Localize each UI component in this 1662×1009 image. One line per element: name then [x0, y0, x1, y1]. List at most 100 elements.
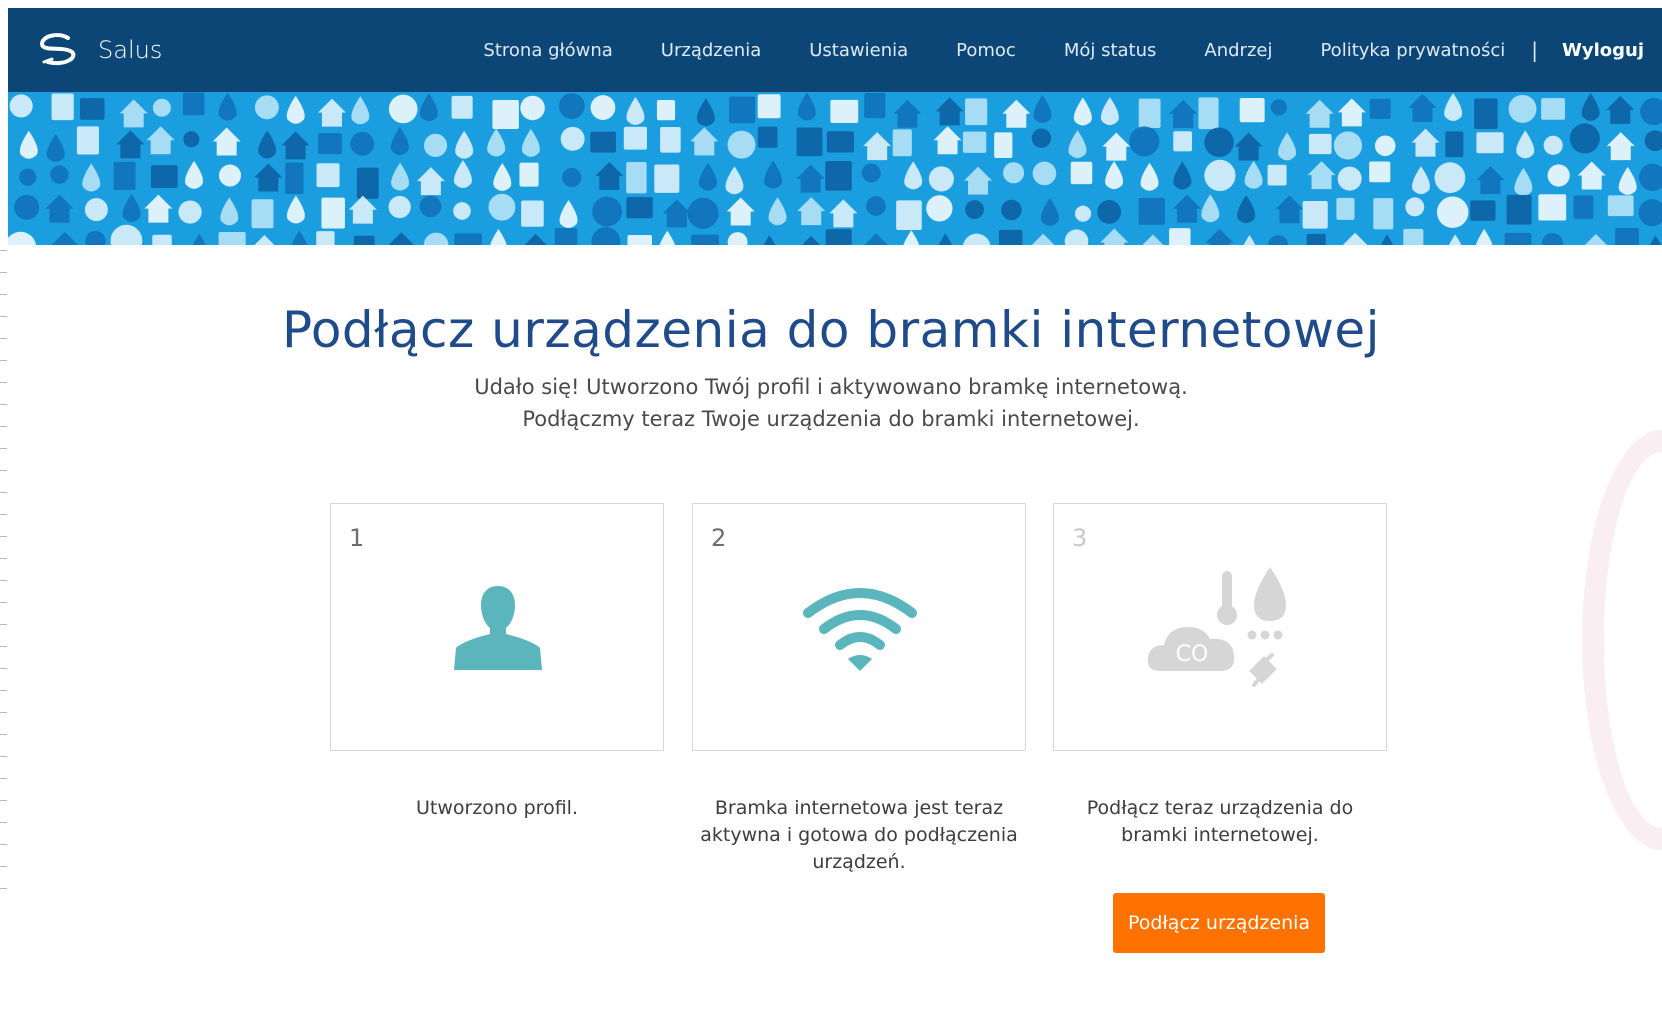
side-line [0, 558, 7, 559]
banner-shape [1237, 195, 1256, 224]
banner-shape [796, 164, 825, 193]
nav-user[interactable]: Andrzej [1204, 40, 1272, 61]
banner-shape [1506, 194, 1532, 225]
banner-shape [1100, 228, 1129, 245]
banner-shape [687, 197, 719, 229]
banner-shape [254, 235, 275, 245]
banner-shape [1102, 132, 1131, 161]
banner-shape [119, 99, 148, 128]
banner-shape [1239, 98, 1265, 123]
step-card-3: 3 CO Podłącz teraz urządzenia do bramki … [1053, 503, 1387, 849]
banner-shape [1606, 95, 1635, 124]
banner-shape [797, 92, 816, 121]
banner-shape [893, 99, 922, 128]
banner-shape [660, 126, 681, 153]
main-content: Podłącz urządzenia do bramki internetowe… [0, 245, 1662, 435]
banner-shape [185, 160, 204, 189]
banner-shape [994, 132, 1013, 158]
banner-shape [192, 233, 206, 245]
banner-shape [656, 99, 676, 121]
banner-shape [183, 131, 200, 148]
banner-shape [1445, 131, 1464, 158]
side-line [0, 602, 7, 603]
banner-shape [492, 99, 519, 129]
side-line [0, 470, 7, 471]
banner-shape [1032, 161, 1057, 186]
banner-shape [1064, 229, 1089, 245]
nav-privacy-policy[interactable]: Polityka prywatności [1320, 40, 1505, 61]
nav-home[interactable]: Strona główna [483, 40, 612, 61]
banner-shape [488, 193, 516, 221]
banner-shape [768, 197, 787, 226]
banner-shape [146, 126, 175, 155]
nav-separator: | [1531, 38, 1538, 62]
banner-shape [318, 133, 342, 155]
banner-shape [1173, 161, 1192, 190]
banner-shape [285, 162, 304, 195]
banner-shape [1097, 199, 1122, 224]
banner-shape [1474, 98, 1498, 130]
banner-shape [218, 92, 237, 121]
side-line [0, 888, 7, 889]
banner-shape [454, 233, 482, 245]
banner-shape [1267, 164, 1287, 186]
banner-shape [122, 194, 141, 223]
banner-shape [50, 165, 69, 184]
nav-help[interactable]: Pomoc [956, 40, 1016, 61]
nav-devices[interactable]: Urządzenia [661, 40, 761, 61]
banner-shape [1584, 233, 1607, 245]
banner-shape [419, 195, 442, 218]
banner-shape [1198, 97, 1219, 130]
banner-shape [690, 127, 719, 156]
banner-shape [626, 97, 645, 126]
banner-shape [493, 162, 512, 191]
banner-shape [1142, 234, 1164, 245]
banner-shape [998, 229, 1023, 245]
banner-shape [1074, 205, 1092, 222]
banner-shape [1342, 232, 1368, 245]
banner-shape [1543, 135, 1563, 155]
banner-shape [350, 131, 375, 156]
banner-shape [1374, 135, 1396, 157]
banner-shape [662, 199, 691, 228]
banner-shape [80, 98, 105, 120]
banner-shape [45, 194, 74, 223]
connect-devices-button[interactable]: Podłącz urządzenia [1113, 893, 1325, 953]
nav-my-status[interactable]: Mój status [1064, 40, 1157, 61]
side-line [0, 844, 7, 845]
nav-settings[interactable]: Ustawienia [809, 40, 908, 61]
banner-shape [1615, 228, 1639, 245]
banner-shape [423, 133, 448, 157]
banner-shape [1448, 234, 1462, 245]
banner-shape [76, 126, 100, 155]
banner-shape [896, 200, 922, 230]
banner-shape [797, 197, 826, 226]
banner-shape [524, 233, 547, 245]
banner-shape [698, 162, 717, 191]
banner-shape [487, 128, 506, 157]
banner-shape [1308, 133, 1332, 155]
banner-shape [356, 167, 379, 199]
banner-pattern [8, 92, 1662, 245]
banner-shape [19, 130, 38, 159]
banner-shape [1267, 235, 1289, 245]
banner-shape [1577, 161, 1606, 190]
banner-shape [218, 231, 246, 245]
banner-shape [829, 199, 858, 228]
banner-shape [595, 161, 624, 190]
banner-shape [19, 168, 37, 186]
side-line [0, 734, 7, 735]
banner-shape [935, 97, 964, 126]
banner-shape [1073, 97, 1092, 126]
banner-shape [353, 235, 375, 245]
banner-shape [892, 129, 912, 157]
banner-shape [388, 195, 411, 219]
banner-shape [866, 196, 886, 216]
banner-shape [562, 167, 582, 188]
banner-shape [351, 96, 370, 125]
banner-shape [904, 161, 923, 190]
brand[interactable]: Salus [34, 30, 162, 70]
banner-shape [1275, 195, 1304, 224]
banner-shape [1337, 98, 1366, 127]
logout-link[interactable]: Wyloguj [1562, 40, 1644, 61]
